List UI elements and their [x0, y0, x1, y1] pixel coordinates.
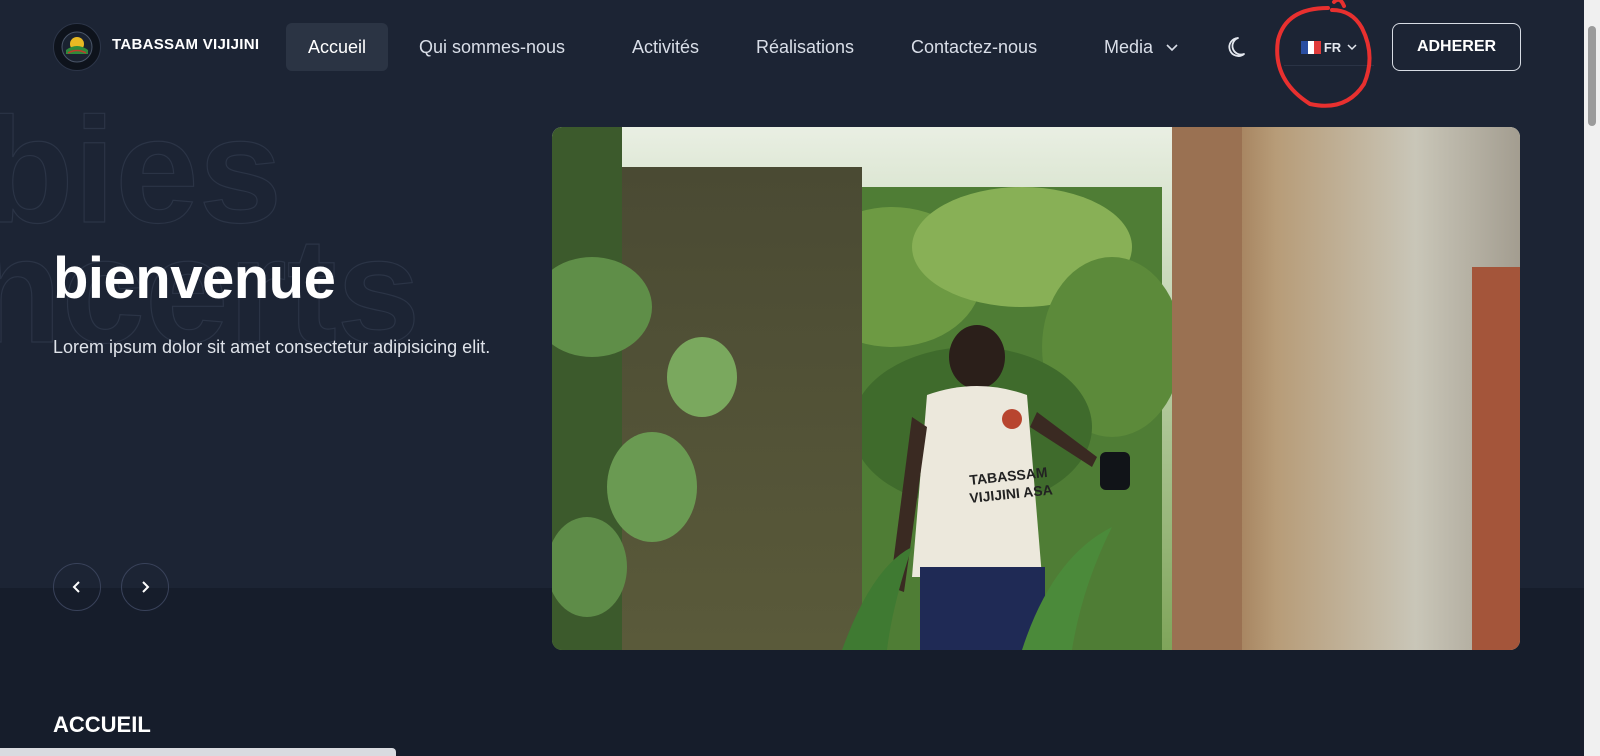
language-selector[interactable]: FR	[1284, 30, 1374, 66]
site-header: TABASSAM VIJIJINI Accueil Qui sommes-nou…	[0, 0, 1584, 95]
chevron-left-icon	[72, 581, 80, 593]
status-bar	[0, 748, 396, 756]
hero-photo-image: TABASSAM VIJIJINI ASA	[552, 127, 1520, 650]
adherer-button[interactable]: ADHERER	[1392, 23, 1521, 71]
chevron-right-icon	[142, 581, 150, 593]
nav-realisations[interactable]: Réalisations	[756, 23, 854, 71]
nav-media-label: Media	[1104, 37, 1154, 57]
nav-accueil[interactable]: Accueil	[286, 23, 389, 71]
scrollbar-thumb[interactable]	[1588, 26, 1596, 126]
nav-activites[interactable]: Activités	[632, 23, 699, 71]
page: bies ncerts TABASSAM VIJIJINI Accueil Qu…	[0, 0, 1584, 756]
chevron-down-icon	[1166, 44, 1178, 52]
section-title: ACCUEIL	[53, 712, 151, 737]
next-slide-button[interactable]	[121, 563, 169, 611]
chevron-down-icon	[1347, 44, 1357, 51]
page-scrollbar[interactable]	[1584, 0, 1600, 756]
site-logo[interactable]	[53, 23, 101, 71]
nav-media[interactable]: Media	[1104, 23, 1178, 71]
moon-icon[interactable]	[1227, 34, 1253, 60]
nav-qui-sommes-nous[interactable]: Qui sommes-nous	[419, 23, 565, 71]
hero-photo: TABASSAM VIJIJINI ASA	[552, 127, 1520, 650]
prev-slide-button[interactable]	[53, 563, 101, 611]
hero-title: bienvenue	[53, 246, 336, 311]
nav-contactez-nous[interactable]: Contactez-nous	[911, 23, 1037, 71]
logo-emblem-icon	[61, 31, 93, 63]
hero-subtitle: Lorem ipsum dolor sit amet consectetur a…	[53, 337, 491, 357]
language-code: FR	[1323, 40, 1342, 55]
france-flag-icon	[1300, 41, 1321, 54]
brand-name[interactable]: TABASSAM VIJIJINI	[112, 36, 259, 53]
